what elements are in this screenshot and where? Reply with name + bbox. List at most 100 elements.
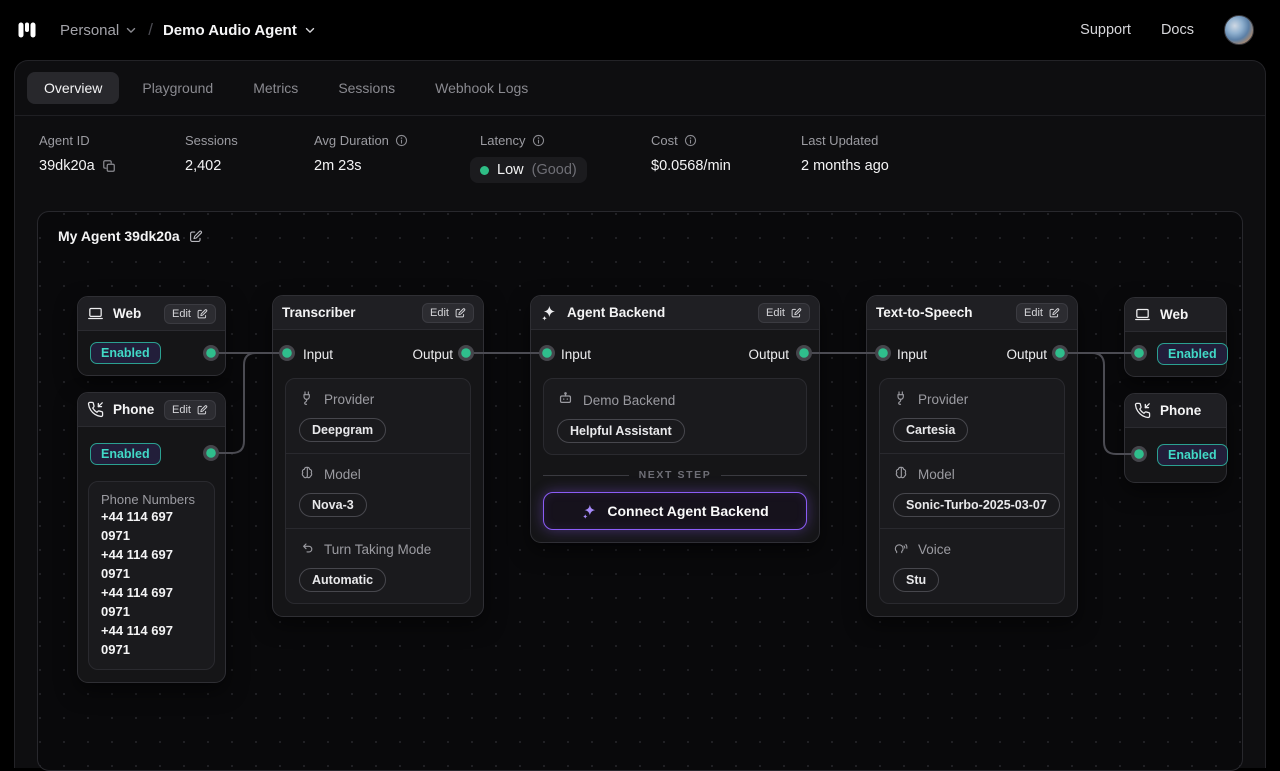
- section-label: Model: [324, 467, 361, 482]
- tab-overview[interactable]: Overview: [27, 72, 119, 104]
- input-port-label: Input: [303, 347, 333, 362]
- node-web-output[interactable]: Web Enabled: [1124, 297, 1227, 377]
- cost-value: $0.0568/min: [651, 158, 731, 174]
- brain-icon: [299, 465, 315, 484]
- node-web-source[interactable]: Web Edit Enabled: [77, 296, 226, 376]
- docs-link[interactable]: Docs: [1161, 22, 1194, 38]
- main-panel: Overview Playground Metrics Sessions Web…: [14, 60, 1266, 768]
- node-header: Agent Backend Edit: [531, 296, 819, 330]
- input-port-label: Input: [897, 347, 927, 362]
- model-value-pill: Nova-3: [299, 493, 367, 517]
- tab-metrics[interactable]: Metrics: [236, 72, 315, 104]
- robot-icon: [557, 390, 574, 410]
- edit-icon[interactable]: [188, 229, 203, 244]
- tab-sessions[interactable]: Sessions: [321, 72, 412, 104]
- node-title: Text-to-Speech: [876, 305, 973, 320]
- config-section-model: Model Nova-3: [286, 453, 470, 528]
- edit-button[interactable]: Edit: [164, 304, 216, 324]
- section-label: Turn Taking Mode: [324, 542, 431, 557]
- config-section-provider: Provider Cartesia: [880, 379, 1064, 453]
- status-badge: Enabled: [1157, 444, 1228, 466]
- edit-icon: [196, 404, 208, 416]
- breadcrumb-separator: /: [148, 20, 153, 40]
- edit-icon: [1048, 307, 1060, 319]
- backend-config-panel: Demo Backend Helpful Assistant: [543, 378, 807, 455]
- config-section-model: Model Sonic-Turbo-2025-03-07: [880, 453, 1064, 528]
- edit-button[interactable]: Edit: [1016, 303, 1068, 323]
- phone-incoming-icon: [1134, 402, 1151, 419]
- edit-button[interactable]: Edit: [164, 400, 216, 420]
- node-header: Transcriber Edit: [273, 296, 483, 330]
- section-label: Model: [918, 467, 955, 482]
- node-phone-output[interactable]: Phone Enabled: [1124, 393, 1227, 483]
- node-header: Web Edit: [78, 297, 225, 331]
- edit-button[interactable]: Edit: [422, 303, 474, 323]
- node-phone-source[interactable]: Phone Edit Enabled Phone Numbers +44 114…: [77, 392, 226, 683]
- stat-label: Agent ID: [39, 133, 90, 148]
- tts-input-port[interactable]: [875, 345, 891, 361]
- section-label: Provider: [918, 392, 968, 407]
- plug-icon: [893, 390, 909, 409]
- stat-sessions: Sessions 2,402: [185, 133, 314, 183]
- agent-name: Demo Audio Agent: [163, 22, 297, 39]
- laptop-icon: [1134, 306, 1151, 323]
- backend-output-port[interactable]: [796, 345, 812, 361]
- tab-webhook-logs[interactable]: Webhook Logs: [418, 72, 545, 104]
- agent-switcher[interactable]: Demo Audio Agent: [163, 22, 317, 39]
- section-label: Provider: [324, 392, 374, 407]
- chevron-down-icon: [124, 23, 138, 37]
- node-agent-backend[interactable]: Agent Backend Edit Input Output Demo Bac…: [530, 295, 820, 543]
- status-dot: [480, 166, 489, 175]
- info-icon: [532, 134, 545, 147]
- support-link[interactable]: Support: [1080, 22, 1131, 38]
- last-updated-value: 2 months ago: [801, 158, 889, 174]
- node-title: Agent Backend: [567, 305, 665, 320]
- sparkle-icon: [581, 503, 598, 520]
- tts-output-port[interactable]: [1052, 345, 1068, 361]
- phone-output-input-port[interactable]: [1131, 446, 1147, 462]
- connect-agent-backend-button[interactable]: Connect Agent Backend: [543, 492, 807, 530]
- user-avatar[interactable]: [1224, 15, 1254, 45]
- node-text-to-speech[interactable]: Text-to-Speech Edit Input Output Provide…: [866, 295, 1078, 617]
- node-title: Web: [1160, 307, 1188, 322]
- transcriber-output-port[interactable]: [458, 345, 474, 361]
- stat-cost: Cost $0.0568/min: [651, 133, 801, 183]
- workspace-switcher[interactable]: Personal: [60, 22, 138, 39]
- phone-number: +44 114 697 0971: [101, 507, 202, 545]
- plug-icon: [299, 390, 315, 409]
- topbar: Personal / Demo Audio Agent Support Docs: [0, 0, 1280, 60]
- output-port-label: Output: [1006, 347, 1047, 362]
- node-header: Phone Edit: [78, 393, 225, 427]
- connect-button-label: Connect Agent Backend: [607, 503, 768, 519]
- web-output-input-port[interactable]: [1131, 345, 1147, 361]
- brain-icon: [893, 465, 909, 484]
- app-logo-icon[interactable]: [14, 17, 40, 43]
- edit-icon: [454, 307, 466, 319]
- stat-agent-id: Agent ID 39dk20a: [39, 133, 185, 183]
- output-port-label: Output: [748, 347, 789, 362]
- tts-config-panel: Provider Cartesia Model Sonic-Turbo-2025…: [879, 378, 1065, 604]
- agent-flow-canvas[interactable]: My Agent 39dk20a Web Edit Enabled: [37, 211, 1243, 771]
- agent-id-value: 39dk20a: [39, 158, 95, 174]
- phone-source-output-port[interactable]: [203, 445, 219, 461]
- web-source-output-port[interactable]: [203, 345, 219, 361]
- status-badge: Enabled: [90, 443, 161, 465]
- edit-button[interactable]: Edit: [758, 303, 810, 323]
- tab-bar: Overview Playground Metrics Sessions Web…: [15, 61, 1265, 116]
- config-section-backend: Demo Backend Helpful Assistant: [544, 379, 806, 454]
- provider-value-pill: Cartesia: [893, 418, 968, 442]
- phone-number: +44 114 697 0971: [101, 621, 202, 659]
- node-transcriber[interactable]: Transcriber Edit Input Output Provider D…: [272, 295, 484, 617]
- phone-incoming-icon: [87, 401, 104, 418]
- tab-playground[interactable]: Playground: [125, 72, 230, 104]
- chevron-down-icon: [303, 23, 317, 37]
- backend-input-port[interactable]: [539, 345, 555, 361]
- transcriber-input-port[interactable]: [279, 345, 295, 361]
- section-label: Voice: [918, 542, 951, 557]
- workspace-name: Personal: [60, 22, 119, 39]
- copy-icon[interactable]: [102, 159, 116, 173]
- input-port-label: Input: [561, 347, 591, 362]
- node-title: Transcriber: [282, 305, 356, 320]
- status-badge: Enabled: [90, 342, 161, 364]
- stat-label: Last Updated: [801, 133, 878, 148]
